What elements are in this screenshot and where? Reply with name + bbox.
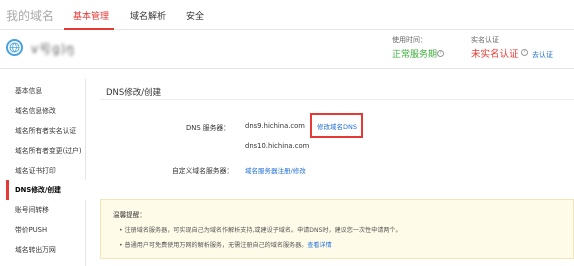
- domain-name: ⅴ亏ɡ)ŋ: [31, 42, 76, 56]
- top-nav: 我的域名 基本管理 域名解析 安全: [0, 0, 574, 30]
- help-icon[interactable]: ?: [437, 50, 444, 57]
- sidebar-item-domain-info-edit[interactable]: 域名信息修改: [6, 101, 86, 121]
- edit-dns-link[interactable]: 修改域名DNS: [317, 121, 357, 131]
- domain-info-bar: ⅴ亏ɡ)ŋ 使用时间： 正常服务期 ? 实名认证 未实名认证 ? 去认证: [0, 31, 574, 69]
- dns-server-label: DNS 服务器：: [186, 124, 230, 132]
- custom-dns-link[interactable]: 域名服务器注册/修改: [245, 165, 306, 175]
- verify-link[interactable]: 去认证: [532, 50, 553, 60]
- tab-domain-resolution[interactable]: 域名解析: [130, 9, 166, 22]
- sidebar-item-owner-verification[interactable]: 域名所有者实名认证: [6, 121, 86, 141]
- custom-dns-label: 自定义域名服务器：: [172, 167, 234, 175]
- notice-line-2: • 普通用户可免费使用万网的解析服务，无需注册自己的域名服务器。查看详情: [119, 240, 332, 249]
- dns-server-1: dns9.hichina.com: [245, 122, 305, 130]
- notice-panel: 温馨提醒： • 注册域名服务器，可实现自己为域名作解析支持,或建设子域名。申请D…: [100, 199, 574, 259]
- realname-label: 实名认证: [471, 36, 499, 44]
- service-status: 正常服务期: [392, 50, 438, 60]
- globe-icon: [6, 39, 23, 56]
- notice-line-2-text: • 普通用户可免费使用万网的解析服务，无需注册自己的域名服务器。: [119, 242, 308, 249]
- sidebar-item-basic-info[interactable]: 基本信息: [6, 81, 86, 101]
- sidebar-item-dns-edit[interactable]: DNS修改/创建: [6, 180, 86, 200]
- help-icon[interactable]: ?: [521, 49, 528, 56]
- usage-time-label: 使用时间：: [392, 36, 427, 44]
- notice-title: 温馨提醒：: [113, 211, 146, 219]
- tab-basic-management[interactable]: 基本管理: [73, 9, 109, 22]
- realname-status: 未实名认证: [471, 49, 519, 60]
- sidebar: 基本信息 域名信息修改 域名所有者实名认证 域名所有者变更(过户) 域名证书打印…: [6, 79, 86, 266]
- dns-server-2: dns10.hichina.com: [245, 142, 310, 150]
- page-title: DNS修改/创建: [106, 88, 162, 98]
- sidebar-item-owner-transfer[interactable]: 域名所有者变更(过户): [6, 141, 86, 161]
- active-tab-indicator: [64, 28, 114, 30]
- divider: [100, 99, 574, 100]
- tab-security[interactable]: 安全: [186, 9, 204, 22]
- sidebar-item-certificate-print[interactable]: 域名证书打印: [6, 161, 86, 181]
- sidebar-item-account-transfer[interactable]: 账号间转移: [6, 200, 86, 220]
- notice-line-1: • 注册域名服务器，可实现自己为域名作解析支持,或建设子域名。申请DNS时，建议…: [119, 227, 402, 234]
- details-link[interactable]: 查看详情: [307, 242, 331, 249]
- sidebar-item-transfer-out[interactable]: 域名转出万网: [6, 240, 86, 260]
- brand-title[interactable]: 我的域名: [6, 7, 54, 24]
- sidebar-item-price-push[interactable]: 带价PUSH: [6, 220, 86, 240]
